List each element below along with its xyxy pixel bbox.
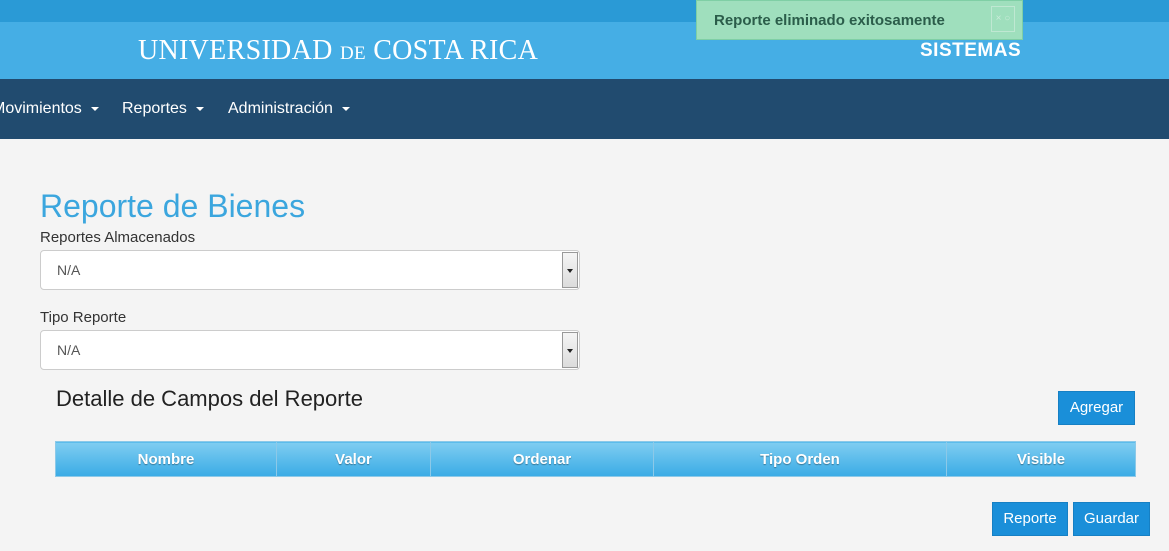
logo-word-costa-rica: COSTA RICA: [373, 35, 539, 66]
stored-reports-label: Reportes Almacenados: [40, 229, 196, 246]
report-type-value: N/A: [57, 342, 81, 358]
nav-item-reportes[interactable]: Reportes: [122, 100, 204, 118]
dropdown-button[interactable]: [562, 252, 578, 288]
chevron-down-icon: [567, 349, 573, 353]
details-section-title: Detalle de Campos del Reporte: [56, 386, 363, 411]
caret-down-icon: [341, 106, 350, 111]
dropdown-button[interactable]: [562, 332, 578, 368]
nav-item-label: Administración: [228, 100, 333, 117]
column-header-valor[interactable]: Valor: [276, 441, 431, 477]
report-button[interactable]: Reporte: [992, 502, 1068, 536]
column-header-nombre[interactable]: Nombre: [55, 441, 277, 477]
add-field-button[interactable]: Agregar: [1058, 391, 1135, 425]
nav-item-movimientos[interactable]: Movimientos: [0, 100, 99, 118]
caret-down-icon: [195, 106, 204, 111]
toast-message: Reporte eliminado exitosamente: [714, 12, 945, 29]
fields-table: Nombre Valor Ordenar Tipo Orden Visible: [55, 441, 1136, 477]
toast-close-icon[interactable]: × ○: [991, 6, 1015, 32]
report-type-select[interactable]: N/A: [40, 330, 580, 370]
report-type-label: Tipo Reporte: [40, 309, 127, 326]
university-logo: UNIVERSIDAD DE COSTA RICA: [138, 36, 538, 66]
nav-item-label: Movimientos: [0, 100, 82, 117]
stored-reports-value: N/A: [57, 262, 81, 278]
save-button[interactable]: Guardar: [1073, 502, 1150, 536]
column-header-visible[interactable]: Visible: [946, 441, 1136, 477]
nav-item-label: Reportes: [122, 100, 187, 117]
logo-word-de: DE: [339, 43, 366, 64]
column-header-ordenar[interactable]: Ordenar: [430, 441, 654, 477]
caret-down-icon: [90, 106, 99, 111]
column-header-tipo-orden[interactable]: Tipo Orden: [653, 441, 947, 477]
logo-word-universidad: UNIVERSIDAD: [138, 35, 333, 66]
chevron-down-icon: [567, 269, 573, 273]
success-toast: Reporte eliminado exitosamente × ○: [696, 0, 1023, 40]
table-header-row: Nombre Valor Ordenar Tipo Orden Visible: [55, 441, 1136, 477]
main-navbar: Movimientos Reportes Administración: [0, 79, 1169, 139]
system-subtitle: SISTEMAS: [920, 40, 1022, 61]
stored-reports-select[interactable]: N/A: [40, 250, 580, 290]
page-title: Reporte de Bienes: [40, 188, 306, 224]
nav-item-administracion[interactable]: Administración: [228, 100, 350, 118]
